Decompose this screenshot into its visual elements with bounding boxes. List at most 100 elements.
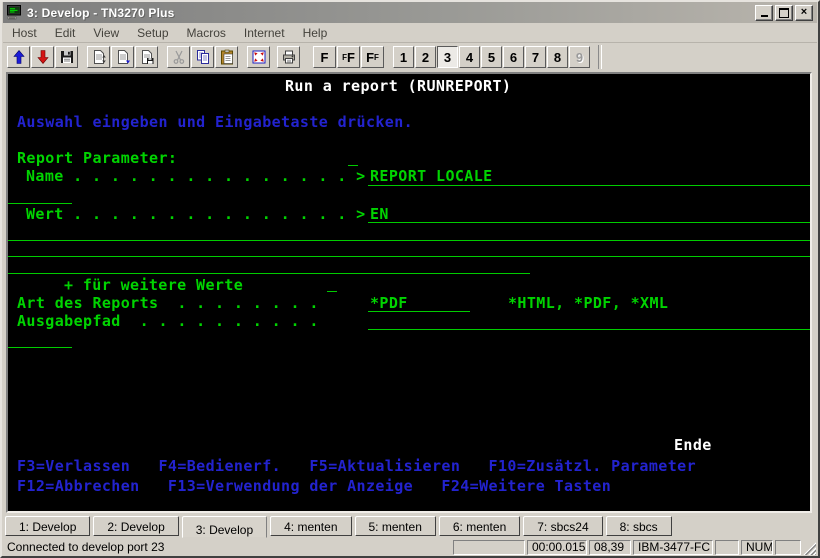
- wert-label: Wert . . . . . . . . . . . . . . . >: [26, 207, 366, 222]
- print-button[interactable]: [277, 46, 300, 68]
- session-2-button[interactable]: 2: [415, 46, 436, 68]
- fkey-legend-line2: F12=Abbrechen F13=Verwendung der Anzeige…: [17, 479, 611, 494]
- close-icon: ×: [801, 7, 807, 18]
- name-continuation-underline[interactable]: [8, 203, 72, 204]
- up-arrow-icon: [11, 49, 27, 65]
- report-type-options: *HTML, *PDF, *XML: [508, 296, 668, 311]
- numlock-indicator: NUM: [741, 540, 773, 555]
- session-tab-5[interactable]: 5: menten: [355, 516, 436, 536]
- paste-button[interactable]: [215, 46, 238, 68]
- printer-icon: [281, 49, 297, 65]
- session-tab-8[interactable]: 8: sbcs: [606, 516, 672, 536]
- session-6-button[interactable]: 6: [503, 46, 524, 68]
- fkeys-13-24-button[interactable]: FF: [337, 46, 360, 68]
- terminal-screen[interactable]: Run a report (RUNREPORT) Auswahl eingebe…: [6, 72, 812, 513]
- menu-macros[interactable]: Macros: [178, 24, 235, 42]
- connection-status: Connected to develop port 23: [3, 540, 453, 554]
- cut-button[interactable]: [167, 46, 190, 68]
- session-down-button[interactable]: [31, 46, 54, 68]
- fkey-legend-line1: F3=Verlassen F4=Bedienerf. F5=Aktualisie…: [17, 459, 696, 474]
- value-field-underline[interactable]: [8, 256, 810, 257]
- resize-grip-icon[interactable]: [803, 542, 816, 555]
- fit-screen-icon: [251, 49, 267, 65]
- save-icon: [59, 49, 75, 65]
- status-bar: Connected to develop port 23 00:00.015 0…: [3, 538, 817, 556]
- fkeys-shift-button[interactable]: FF: [361, 46, 384, 68]
- session-5-button[interactable]: 5: [481, 46, 502, 68]
- session-tab-3[interactable]: 3: Develop: [182, 516, 267, 538]
- fit-screen-button[interactable]: [247, 46, 270, 68]
- screen-title: Run a report (RUNREPORT): [285, 79, 511, 94]
- output-path-continuation-underline[interactable]: [8, 347, 72, 348]
- session-1-button[interactable]: 1: [393, 46, 414, 68]
- send-file-button[interactable]: [87, 46, 110, 68]
- terminal-content: Run a report (RUNREPORT) Auswahl eingebe…: [8, 74, 810, 511]
- minimize-icon: [761, 15, 768, 17]
- maximize-icon: [779, 8, 789, 18]
- menu-help[interactable]: Help: [294, 24, 337, 42]
- maximize-button[interactable]: [775, 5, 793, 21]
- session-tab-2[interactable]: 2: Develop: [93, 516, 178, 536]
- fkeys-1-12-button[interactable]: F: [313, 46, 336, 68]
- session-tab-1[interactable]: 1: Develop: [5, 516, 90, 536]
- wert-field-underline[interactable]: [368, 222, 810, 223]
- value-field-underline[interactable]: [8, 273, 530, 274]
- cursor-field[interactable]: [348, 165, 358, 166]
- menu-edit[interactable]: Edit: [46, 24, 85, 42]
- fn-main-label: F: [347, 50, 355, 65]
- paste-icon: [219, 49, 235, 65]
- name-value-field[interactable]: REPORT LOCALE: [370, 169, 493, 184]
- menu-bar: Host Edit View Setup Macros Internet Hel…: [3, 23, 817, 43]
- receive-file-button[interactable]: [111, 46, 134, 68]
- name-label: Name . . . . . . . . . . . . . . . >: [26, 169, 366, 184]
- report-parameter-heading: Report Parameter:: [17, 151, 177, 166]
- window-title: 3: Develop - TN3270 Plus: [27, 6, 755, 20]
- screen-prompt: Auswahl eingeben und Eingabetaste drücke…: [17, 115, 413, 130]
- session-tab-6[interactable]: 6: menten: [439, 516, 520, 536]
- response-timer: 00:00.015: [527, 540, 587, 555]
- file-updown-icon: [91, 49, 107, 65]
- menu-setup[interactable]: Setup: [128, 24, 177, 42]
- file-down-icon: [115, 49, 131, 65]
- terminal-type: IBM-3477-FC: [633, 540, 713, 555]
- toolbar: F FF FF 1 2 3 4 5 6 7 8 9: [3, 43, 817, 71]
- title-bar[interactable]: 3: Develop - TN3270 Plus ×: [3, 2, 817, 23]
- screen-status-ende: Ende: [674, 438, 712, 453]
- fn-main-label: F: [366, 50, 374, 65]
- scissors-icon: [171, 49, 187, 65]
- report-type-field-underline[interactable]: [368, 311, 470, 312]
- save-screen-button[interactable]: [135, 46, 158, 68]
- status-panel-blank: [715, 540, 739, 555]
- session-tab-7[interactable]: 7: sbcs24: [523, 516, 602, 536]
- session-9-button: 9: [569, 46, 590, 68]
- copy-button[interactable]: [191, 46, 214, 68]
- session-8-button[interactable]: 8: [547, 46, 568, 68]
- menu-host[interactable]: Host: [3, 24, 46, 42]
- session-7-button[interactable]: 7: [525, 46, 546, 68]
- value-field-underline[interactable]: [8, 240, 810, 241]
- session-tab-4[interactable]: 4: menten: [270, 516, 351, 536]
- output-path-label: Ausgabepfad . . . . . . . . . .: [17, 314, 319, 329]
- app-icon: [7, 5, 23, 20]
- minimize-button[interactable]: [755, 5, 773, 21]
- name-field-underline[interactable]: [368, 185, 810, 186]
- more-values-label: + für weitere Werte: [64, 278, 243, 293]
- report-type-value-field[interactable]: *PDF: [370, 296, 408, 311]
- menu-view[interactable]: View: [84, 24, 128, 42]
- report-type-label: Art des Reports . . . . . . . .: [17, 296, 319, 311]
- output-path-field-underline[interactable]: [368, 329, 810, 330]
- fn-small-label: F: [374, 53, 379, 62]
- wert-value-field[interactable]: EN: [370, 207, 389, 222]
- fn-main-label: F: [321, 50, 329, 65]
- status-panel-blank: [775, 540, 801, 555]
- session-up-button[interactable]: [7, 46, 30, 68]
- cursor-position: 08,39: [589, 540, 631, 555]
- session-3-button[interactable]: 3: [437, 46, 458, 68]
- down-arrow-icon: [35, 49, 51, 65]
- session-4-button[interactable]: 4: [459, 46, 480, 68]
- save-button[interactable]: [55, 46, 78, 68]
- app-window: 3: Develop - TN3270 Plus × Host Edit Vie…: [0, 0, 820, 558]
- cursor-field[interactable]: [327, 291, 337, 292]
- menu-internet[interactable]: Internet: [235, 24, 294, 42]
- close-button[interactable]: ×: [795, 5, 813, 21]
